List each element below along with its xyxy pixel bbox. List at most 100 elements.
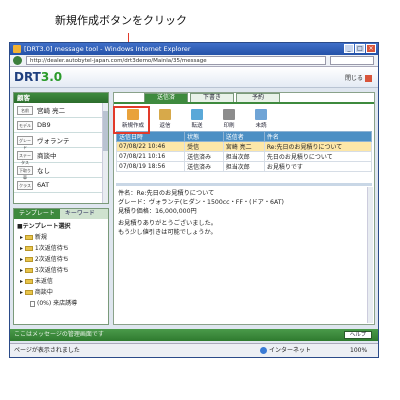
tab-scheduled[interactable]: 予約 [236, 93, 280, 102]
customer-field-value: DB9 [37, 121, 51, 129]
tab-drafts[interactable]: 下書き [190, 93, 234, 102]
detail-scrollbar[interactable] [367, 187, 373, 323]
url-field[interactable]: http://dealer.autobytel-japan.com/drt3de… [26, 56, 326, 65]
table-cell-status: 受信 [184, 141, 224, 152]
customer-field-tag: 名前 [17, 105, 33, 115]
template-folder[interactable]: ▸ 3次返信待ち [14, 265, 108, 276]
folder-icon [24, 246, 33, 251]
zone-indicator: インターネット [260, 344, 311, 357]
customer-header: 顧客 [14, 93, 108, 103]
message-detail: 件名：Re:先日のお見積りについて グレード：ヴォランテ(ヒダン・1500cc・… [118, 189, 370, 237]
print-button[interactable]: 印刷 [216, 105, 242, 129]
template-folder[interactable]: ▸ 新規 [14, 232, 108, 243]
customer-row: グレード ヴォランテ [14, 133, 108, 150]
print-icon [223, 109, 235, 120]
customer-row: クラス 6AT [14, 178, 108, 193]
folder-icon [24, 290, 33, 295]
detail-body-2: もう少し値引きは可能でしょうか。 [118, 229, 217, 236]
window-title: [DRT3.0] message tool - Windows Internet… [24, 45, 191, 53]
template-folder[interactable]: ▸ 2次返信待ち [14, 254, 108, 265]
customer-field-value: ヴォランテ [37, 137, 70, 145]
address-bar: http://dealer.autobytel-japan.com/drt3de… [10, 55, 378, 67]
col-sender[interactable]: 送信者 [222, 131, 265, 142]
pane-splitter[interactable] [116, 183, 372, 186]
template-section-title: ■テンプレート選択 [17, 223, 71, 230]
table-row[interactable]: 07/08/19 18:56 送信済み 担当次郎 お見積りです [115, 161, 373, 172]
table-cell-status: 送信済み [184, 161, 224, 172]
back-icon[interactable] [13, 56, 22, 65]
app-header: DRT3.0 閉じる [10, 67, 378, 88]
reply-button[interactable]: 返信 [152, 105, 178, 129]
customer-row: 下取り車 なし [14, 163, 108, 180]
message-table: 送信日時 状態 送信者 件名 07/08/22 10:46 受信 宮崎 亮二 Re:先… [115, 131, 373, 172]
customer-field-tag: ステータス [17, 150, 33, 165]
unread-icon [255, 109, 267, 120]
table-row[interactable]: 07/08/21 10:16 送信済み 担当次郎 先日のお見積りについて [115, 151, 373, 162]
detail-grade: グレード：ヴォランテ(ヒダン・1500cc・FF・(ドア・6AT) [118, 199, 284, 206]
customer-row: 名前 宮崎 亮二 [14, 103, 108, 118]
tab-templates[interactable]: テンプレート [14, 209, 60, 219]
col-status[interactable]: 状態 [184, 131, 224, 142]
table-cell-date: 07/08/21 10:16 [115, 151, 186, 162]
callout-label: 新規作成ボタンをクリック [55, 14, 187, 27]
tab-keywords[interactable]: キーワード [60, 209, 100, 219]
window-titlebar: [DRT3.0] message tool - Windows Internet… [10, 43, 378, 55]
folder-icon [24, 279, 33, 284]
app-close-button[interactable]: 閉じる [345, 73, 372, 82]
customer-row: モデル DB9 [14, 118, 108, 133]
detail-body-1: お見積りありがとうございました。 [118, 220, 217, 227]
maximize-icon[interactable]: □ [355, 44, 365, 53]
detail-amount: 見積り価格：16,000,000円 [118, 208, 197, 215]
folder-icon [24, 235, 33, 240]
ie-icon [13, 45, 21, 53]
globe-icon [260, 347, 267, 354]
table-cell-subject: Re:先日のお見積りについて [263, 141, 373, 152]
customer-field-tag: クラス [17, 180, 33, 190]
callout-highlight-box [113, 106, 150, 134]
close-window-icon[interactable]: × [366, 44, 376, 53]
customer-field-value: 6AT [37, 181, 50, 189]
search-box[interactable] [330, 56, 374, 65]
forward-button[interactable]: 転送 [184, 105, 210, 129]
template-panel: テンプレート キーワード ■テンプレート選択 ▸ 新規 ▸ 1次返信待ち ▸ 2次返… [13, 208, 109, 325]
table-cell-status: 送信済み [184, 151, 224, 162]
browser-window: [DRT3.0] message tool - Windows Internet… [9, 42, 379, 358]
table-row[interactable]: 07/08/22 10:46 受信 宮崎 亮二 Re:先日のお見積りについて [115, 141, 373, 152]
status-text: ページが表示されました [14, 347, 80, 354]
customer-row: ステータス 商談中 [14, 148, 108, 165]
close-icon [365, 75, 372, 82]
reply-icon [159, 109, 171, 120]
footer-text: ここはメッセージの管理画面です [14, 331, 104, 338]
template-folder[interactable]: ▸ 1次返信待ち [14, 243, 108, 254]
zoom-level[interactable]: 100% [350, 344, 367, 357]
tab-sent[interactable]: 送信済 [144, 93, 188, 102]
table-cell-sender: 担当次郎 [222, 151, 265, 162]
col-subject[interactable]: 件名 [263, 131, 373, 142]
customer-field-tag: モデル [17, 120, 33, 130]
app-footer: ここはメッセージの管理画面です ヘルプ [10, 329, 378, 341]
unread-button[interactable]: 未読 [248, 105, 274, 129]
message-panel: 送信済 下書き 予約 新規作成 返信 転送 印刷 未読 送信日時 状態 送信者 件名 0… [113, 92, 375, 325]
forward-icon [191, 109, 203, 120]
document-icon [30, 300, 35, 307]
minimize-icon[interactable]: _ [344, 44, 354, 53]
template-item[interactable]: (0%) 来店誘導 [14, 298, 108, 309]
help-button[interactable]: ヘルプ [344, 331, 372, 339]
table-cell-sender: 担当次郎 [222, 161, 265, 172]
table-cell-date: 07/08/19 18:56 [115, 161, 186, 172]
customer-field-value: 商談中 [37, 152, 57, 160]
customer-scrollbar[interactable] [102, 103, 108, 203]
detail-subject: 件名：Re:先日のお見積りについて [118, 190, 215, 197]
customer-field-tag: 下取り車 [17, 165, 33, 180]
customer-field-value: なし [37, 167, 50, 175]
folder-icon [24, 268, 33, 273]
table-cell-subject: 先日のお見積りについて [263, 151, 373, 162]
customer-field-value: 宮崎 亮二 [37, 107, 66, 115]
template-folder[interactable]: ▸ 商談中 [14, 287, 108, 298]
customer-field-tag: グレード [17, 135, 33, 150]
customer-panel: 顧客 名前 宮崎 亮二 モデル DB9 グレード ヴォランテ ステータス 商談中 下取り車 なしク… [13, 92, 109, 204]
table-cell-subject: お見積りです [263, 161, 373, 172]
browser-statusbar: ページが表示されました インターネット 100% [10, 343, 378, 357]
app-logo: DRT3.0 [14, 70, 63, 84]
template-folder[interactable]: ▸ 未返信 [14, 276, 108, 287]
